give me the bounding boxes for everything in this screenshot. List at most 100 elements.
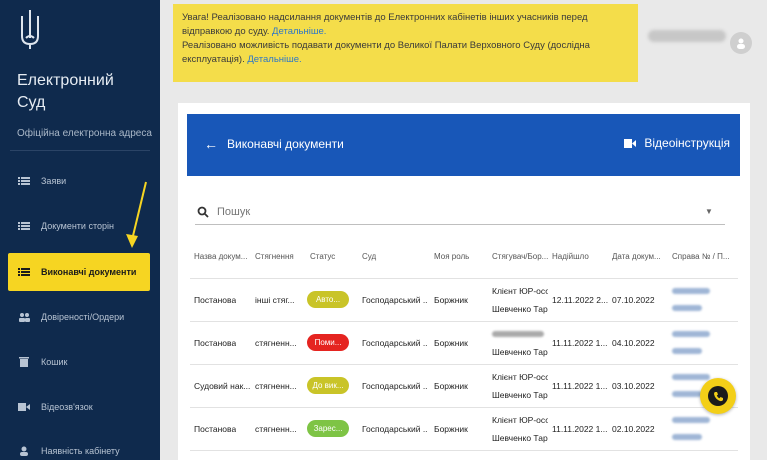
table-divider xyxy=(190,321,738,322)
cell-creditor-line1: Клієнт ЮР-осо xyxy=(492,286,548,296)
cell-recovery: інші стяг... xyxy=(255,295,295,305)
notice-text-1: Увага! Реалізовано надсилання документів… xyxy=(182,12,588,37)
cell-role: Боржник xyxy=(434,338,468,348)
cell-name: Постанова xyxy=(194,295,237,305)
annotation-arrow-icon xyxy=(126,181,147,248)
column-header-case[interactable]: Справа № / П... xyxy=(672,252,730,261)
status-badge: Зарес... xyxy=(307,420,349,437)
case-number-link[interactable] xyxy=(672,305,702,311)
sidebar-item-label: Відеозв'язок xyxy=(41,402,93,412)
cell-court: Господарський ... xyxy=(362,338,428,348)
case-number-link[interactable] xyxy=(672,374,710,380)
cell-received: 12.11.2022 2... xyxy=(552,295,608,305)
brand-subtitle: Офіційна електронна адреса xyxy=(17,128,152,139)
case-number-link[interactable] xyxy=(672,331,710,337)
notice-link-1[interactable]: Детальніше. xyxy=(272,26,326,37)
cell-creditor-line2: Шевченко Тар xyxy=(492,304,548,314)
column-header-recovery[interactable]: Стягнення xyxy=(255,252,303,261)
call-button[interactable] xyxy=(700,378,736,414)
cell-received: 11.11.2022 1... xyxy=(552,424,608,434)
cell-recovery: стягненн... xyxy=(255,424,297,434)
search-icon xyxy=(197,206,209,218)
case-number-link[interactable] xyxy=(672,434,702,440)
status-badge: До вик... xyxy=(307,377,349,394)
phone-icon xyxy=(708,386,728,406)
table-divider xyxy=(190,407,738,408)
column-header-received[interactable]: Надійшло xyxy=(552,252,604,261)
cell-role: Боржник xyxy=(434,295,468,305)
sidebar-item-video-link[interactable]: Відеозв'язок xyxy=(0,388,160,426)
cell-name: Постанова xyxy=(194,338,237,348)
sidebar-item-executive-documents[interactable]: Виконавчі документи xyxy=(8,253,150,291)
sidebar-item-label: Документи сторін xyxy=(41,221,114,231)
case-number-link[interactable] xyxy=(672,348,702,354)
cell-creditor-line2: Шевченко Тар xyxy=(492,390,548,400)
search-input[interactable] xyxy=(217,206,705,218)
sidebar-item-label: Заяви xyxy=(41,176,67,186)
table-divider xyxy=(190,278,738,279)
video-icon xyxy=(18,402,30,412)
cell-creditor-line1: Клієнт ЮР-осо xyxy=(492,415,548,425)
people-icon xyxy=(18,312,30,322)
brand-title[interactable]: Електронний Суд xyxy=(17,70,114,114)
column-header-role[interactable]: Моя роль xyxy=(434,252,486,261)
sidebar-item-label: Кошик xyxy=(41,357,68,367)
status-badge: Поми... xyxy=(307,334,349,351)
sidebar-item-trash[interactable]: Кошик xyxy=(0,343,160,381)
cell-creditor-line2: Шевченко Тар xyxy=(492,433,548,443)
person-icon xyxy=(18,446,30,456)
trident-logo-icon xyxy=(21,10,39,49)
list-icon xyxy=(18,221,30,231)
video-instruction-button[interactable]: Відеоінструкція xyxy=(624,136,730,150)
sidebar-item-label: Виконавчі документи xyxy=(41,267,137,277)
video-camera-icon xyxy=(624,138,637,148)
cell-received: 11.11.2022 1... xyxy=(552,338,608,348)
table-divider xyxy=(190,450,738,451)
notice-banner: Увага! Реалізовано надсилання документів… xyxy=(173,4,638,82)
column-header-court[interactable]: Суд xyxy=(362,252,422,261)
video-instruction-label: Відеоінструкція xyxy=(644,136,730,150)
cell-name: Постанова xyxy=(194,424,237,434)
case-number-link[interactable] xyxy=(672,391,702,397)
cell-recovery: стягненн... xyxy=(255,338,297,348)
sidebar-item-label: Довіреності/Ордери xyxy=(41,312,125,322)
column-header-status[interactable]: Статус xyxy=(310,252,350,261)
table-divider xyxy=(190,364,738,365)
user-icon xyxy=(737,38,745,49)
cell-received: 11.11.2022 1... xyxy=(552,381,608,391)
sidebar-divider xyxy=(10,150,150,151)
list-icon xyxy=(18,176,30,186)
cell-doc-date: 04.10.2022 xyxy=(612,338,655,348)
cell-doc-date: 07.10.2022 xyxy=(612,295,655,305)
brand-line-2: Суд xyxy=(17,94,46,111)
column-header-doc-date[interactable]: Дата докум... xyxy=(612,252,666,261)
user-name-blurred[interactable] xyxy=(648,30,726,42)
cell-name: Судовий нак... xyxy=(194,381,250,391)
case-number-link[interactable] xyxy=(672,417,710,423)
chevron-down-icon[interactable]: ▼ xyxy=(705,207,715,217)
avatar[interactable] xyxy=(730,32,752,54)
cell-doc-date: 03.10.2022 xyxy=(612,381,655,391)
cell-court: Господарський ... xyxy=(362,381,428,391)
brand-line-1: Електронний xyxy=(17,72,114,89)
page-title: Виконавчі документи xyxy=(227,137,344,151)
cell-court: Господарський ... xyxy=(362,424,428,434)
notice-text-2: Реалізовано можливість подавати документ… xyxy=(182,40,590,65)
column-header-name[interactable]: Назва докум... xyxy=(194,252,249,261)
cell-doc-date: 02.10.2022 xyxy=(612,424,655,434)
sidebar-item-powers-of-attorney[interactable]: Довіреності/Ордери xyxy=(0,298,160,336)
cell-court: Господарський ... xyxy=(362,295,428,305)
cell-role: Боржник xyxy=(434,424,468,434)
sidebar-item-cabinet-availability[interactable]: Наявність кабінету xyxy=(0,432,160,460)
column-header-creditor[interactable]: Стягувач/Бор... xyxy=(492,252,550,261)
search-bar[interactable]: ▼ xyxy=(195,200,725,225)
case-number-link[interactable] xyxy=(672,288,710,294)
sidebar-item-label: Наявність кабінету xyxy=(41,446,120,456)
back-arrow-icon[interactable]: ← xyxy=(204,136,218,152)
cell-creditor-line1: Клієнт ЮР-осо xyxy=(492,372,548,382)
cell-role: Боржник xyxy=(434,381,468,391)
notice-link-2[interactable]: Детальніше. xyxy=(247,54,301,65)
cell-creditor-line2: Шевченко Тар xyxy=(492,347,548,357)
status-badge: Авто... xyxy=(307,291,349,308)
page-header: ← Виконавчі документи Відеоінструкція xyxy=(187,114,740,176)
